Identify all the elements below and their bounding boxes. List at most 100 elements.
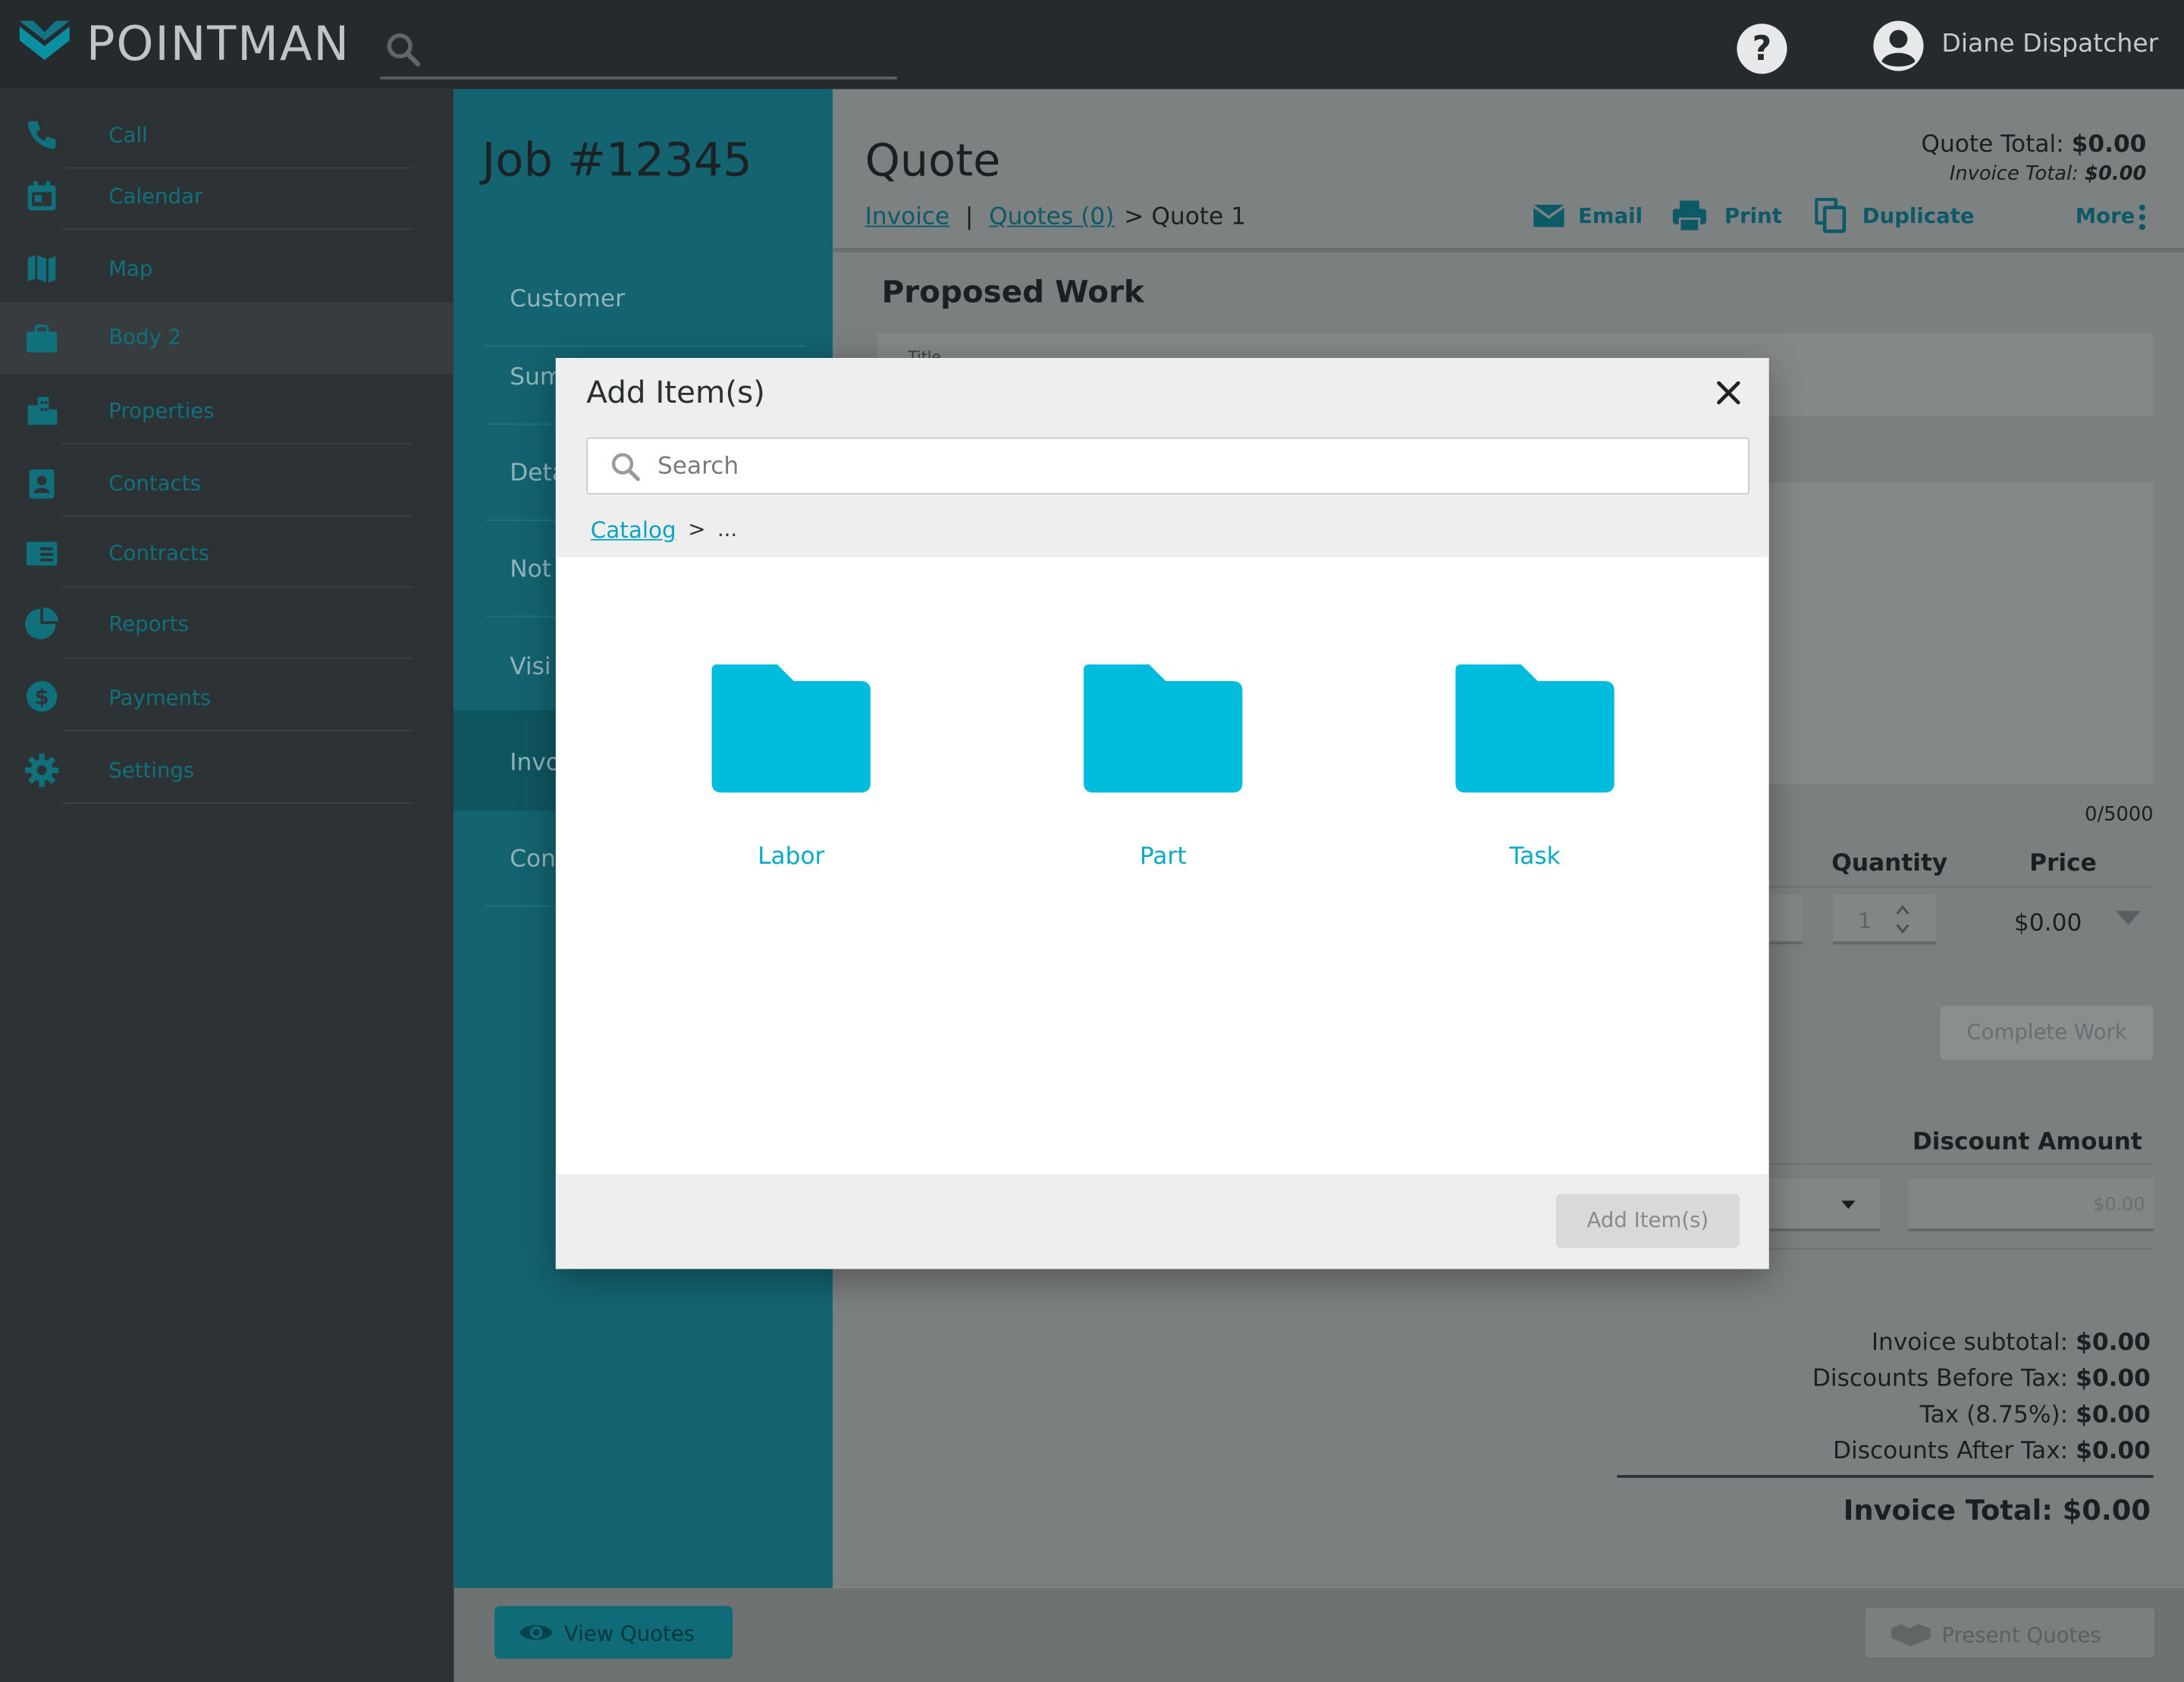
folder-label: Task — [1509, 843, 1561, 871]
nav-label-calendar: Calendar — [108, 184, 203, 209]
job-tab-invoice[interactable]: Invo — [510, 749, 560, 777]
search-icon[interactable] — [386, 32, 422, 68]
nav-divider — [61, 802, 413, 804]
global-search-input[interactable] — [380, 77, 897, 80]
modal-search-input[interactable] — [657, 438, 1731, 494]
buildings-icon — [27, 397, 58, 425]
discount-amount-placeholder: $0.00 — [2093, 1194, 2145, 1216]
discount-type-select[interactable] — [1768, 1178, 1881, 1232]
breadcrumb-catalog[interactable]: Catalog — [591, 516, 676, 543]
quantity-value: 1 — [1858, 908, 1872, 934]
nav-item-reports[interactable]: Reports — [0, 589, 454, 662]
price-value: $0.00 — [2013, 909, 2082, 938]
summary-discounts-after-tax: Discounts After Tax: $0.00 — [1454, 1438, 2151, 1466]
quantity-header: Quantity — [1831, 849, 1948, 878]
svg-text:$: $ — [35, 685, 49, 709]
invoice-total-final-label: Invoice Total: — [1843, 1492, 2053, 1527]
nav-label-map: Map — [108, 256, 153, 282]
discount-amount-input[interactable]: $0.00 — [1908, 1178, 2154, 1232]
nav-divider — [61, 730, 413, 732]
view-quotes-label: View Quotes — [563, 1621, 695, 1647]
more-vertical-icon[interactable] — [2135, 203, 2149, 231]
email-icon[interactable] — [1532, 202, 1565, 230]
nav-item-payments[interactable]: $ Payments — [0, 661, 454, 734]
nav-item-properties[interactable]: Properties — [0, 375, 454, 447]
print-icon[interactable] — [1671, 199, 1708, 233]
summary-invoice-subtotal: Invoice subtotal: $0.00 — [1454, 1329, 2151, 1357]
folder-task[interactable]: Task — [1451, 664, 1618, 887]
quantity-stepper[interactable]: 1 — [1833, 894, 1937, 945]
nav-item-contracts[interactable]: Contracts — [0, 518, 454, 591]
add-items-button[interactable]: Add Item(s) — [1555, 1194, 1740, 1248]
summary-discounts-after-tax-label: Discounts After Tax: — [1832, 1437, 2069, 1466]
summary-invoice-subtotal-label: Invoice subtotal: — [1871, 1329, 2069, 1357]
phone-icon — [27, 121, 56, 149]
present-quotes-button[interactable]: Present Quotes — [1863, 1605, 2157, 1659]
price-header: Price — [2029, 849, 2097, 878]
briefcase-icon — [26, 324, 58, 353]
invoice-total-header-label: Invoice Total: — [1949, 162, 2079, 186]
pie-chart-icon — [25, 607, 59, 640]
duplicate-icon[interactable] — [1815, 197, 1848, 234]
job-tab-summary[interactable]: Sum — [510, 363, 563, 391]
more-action[interactable]: More — [2076, 203, 2135, 228]
nav-item-settings[interactable]: Settings — [0, 734, 454, 807]
pointman-logo-icon — [19, 20, 70, 60]
stepper-arrows-icon[interactable] — [1894, 901, 1911, 937]
line-item-divider — [1768, 886, 2154, 888]
summary-tax-label: Tax (8.75%): — [1919, 1401, 2069, 1429]
summary-discounts-before-tax: Discounts Before Tax: $0.00 — [1454, 1365, 2151, 1393]
nav-item-map[interactable]: Map — [0, 234, 454, 307]
nav-label-settings: Settings — [108, 758, 195, 783]
invoice-total-final: Invoice Total: $0.00 — [1454, 1493, 2151, 1527]
invoice-total-final-value: $0.00 — [2062, 1492, 2151, 1527]
print-action[interactable]: Print — [1724, 203, 1782, 228]
nav-divider — [61, 657, 413, 659]
nav-label-call: Call — [108, 122, 148, 148]
nav-divider — [61, 443, 413, 444]
svg-text:?: ? — [1753, 30, 1772, 68]
nav-item-body-2[interactable]: Body 2 — [0, 302, 454, 375]
nav-item-contacts[interactable]: Contacts — [0, 447, 454, 520]
job-tab-contacts[interactable]: Con — [510, 846, 556, 874]
breadcrumb-quotes[interactable]: Quotes (0) — [989, 203, 1114, 231]
view-quotes-button[interactable]: View Quotes — [494, 1605, 733, 1659]
gear-icon — [25, 753, 59, 787]
discount-divider — [1768, 1163, 2154, 1165]
nav-label-contracts: Contracts — [108, 540, 210, 566]
modal-title: Add Item(s) — [586, 375, 765, 411]
job-tab-divider — [485, 345, 805, 347]
nav-label-contacts: Contacts — [108, 470, 201, 496]
summary-discounts-after-tax-value: $0.00 — [2076, 1437, 2151, 1466]
job-tab-notes[interactable]: Not — [510, 556, 551, 584]
discount-amount-header: Discount Amount — [1912, 1128, 2142, 1156]
email-action[interactable]: Email — [1578, 203, 1643, 228]
discount-bottom-divider — [1768, 1247, 2154, 1250]
summary-divider — [1617, 1475, 2154, 1478]
summary-discounts-before-tax-value: $0.00 — [2076, 1365, 2151, 1393]
folder-labor[interactable]: Labor — [708, 664, 874, 887]
contact-card-icon — [29, 469, 55, 499]
invoice-total-header: Invoice Total: $0.00 — [1950, 163, 2147, 185]
line-item-select[interactable] — [1768, 894, 1803, 945]
complete-work-button[interactable]: Complete Work — [1940, 1006, 2154, 1060]
expand-row-icon[interactable] — [2114, 909, 2142, 926]
search-icon — [611, 453, 640, 482]
breadcrumb-invoice[interactable]: Invoice — [865, 203, 950, 231]
help-icon[interactable]: ? — [1736, 22, 1789, 75]
nav-divider — [61, 515, 413, 517]
job-tab-visits[interactable]: Visi — [510, 653, 551, 681]
close-icon[interactable] — [1711, 375, 1747, 411]
avatar-icon[interactable] — [1872, 20, 1925, 73]
user-name[interactable]: Diane Dispatcher — [1941, 30, 2158, 59]
job-tab-customer[interactable]: Customer — [510, 286, 625, 314]
breadcrumb-separator: > — [688, 516, 706, 542]
nav-label-reports: Reports — [108, 611, 189, 637]
quote-total-value: $0.00 — [2071, 130, 2147, 159]
handshake-icon — [1891, 1624, 1931, 1647]
folder-part[interactable]: Part — [1079, 664, 1246, 887]
duplicate-action[interactable]: Duplicate — [1862, 203, 1975, 228]
nav-item-calendar[interactable]: Calendar — [0, 162, 454, 234]
modal-search-field[interactable] — [586, 437, 1749, 495]
quote-header-divider — [833, 247, 2184, 253]
